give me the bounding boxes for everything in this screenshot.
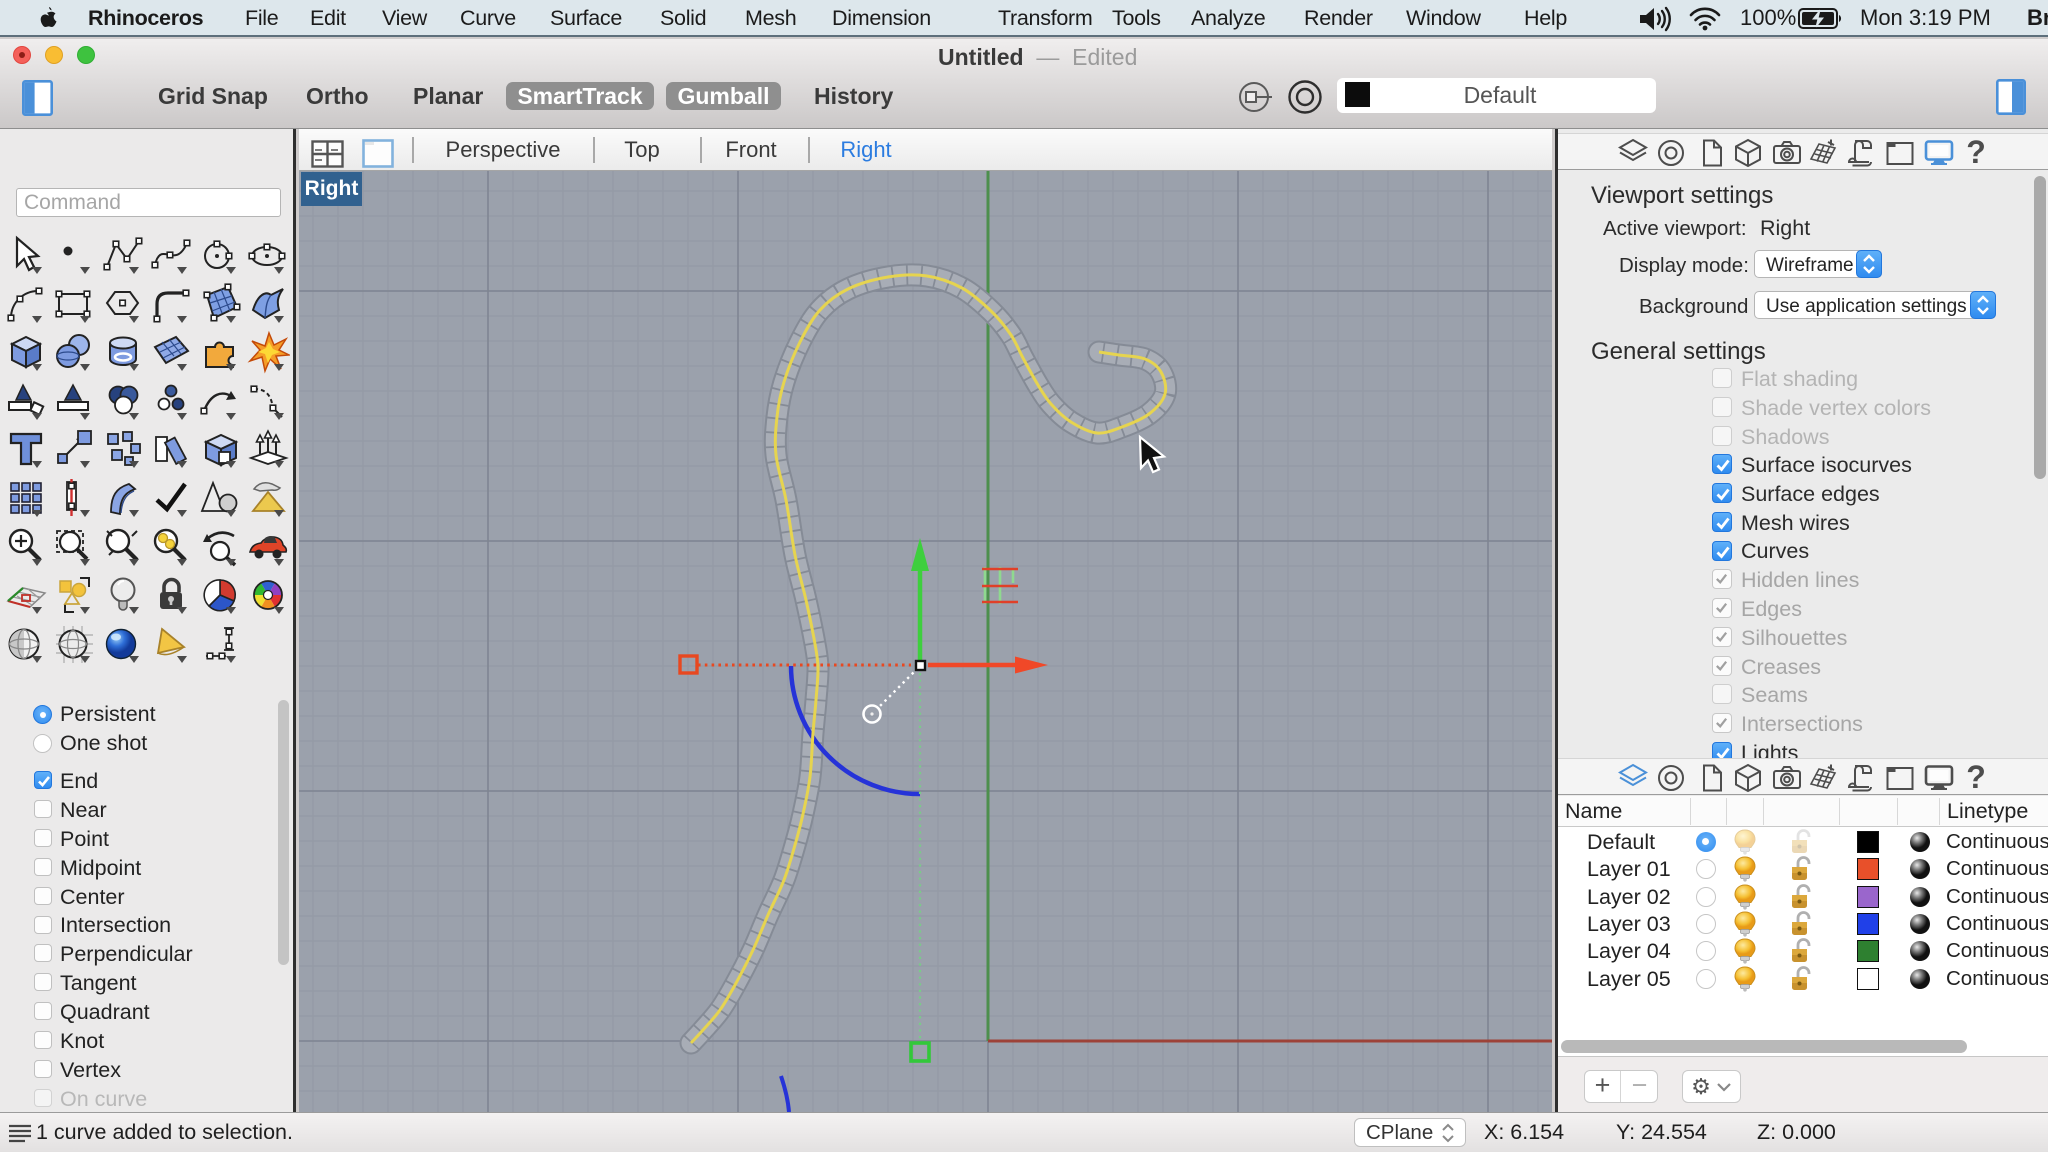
- svg-text:?: ?: [1966, 138, 1986, 168]
- svg-text:?: ?: [1966, 763, 1986, 793]
